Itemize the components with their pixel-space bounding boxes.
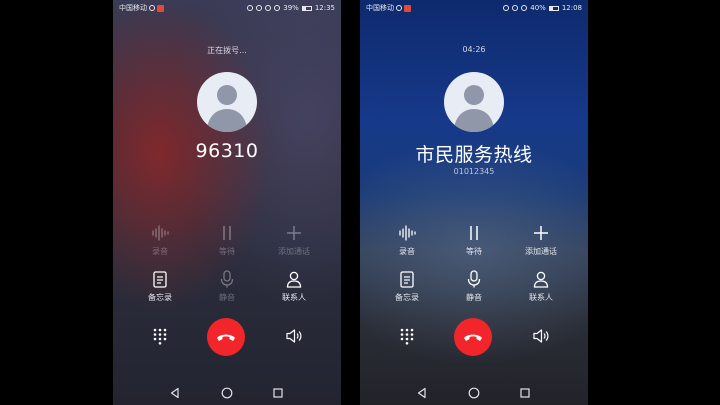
add-call-button[interactable]: 添加通话 (259, 224, 329, 257)
caller-name: 市民服务热线 (415, 144, 533, 166)
contacts-button[interactable]: 联系人 (506, 270, 576, 303)
dialpad-button[interactable] (398, 327, 416, 345)
pause-icon (223, 226, 231, 240)
notes-button[interactable]: 备忘录 (125, 270, 195, 303)
back-icon[interactable] (169, 387, 181, 399)
notes-label: 备忘录 (148, 293, 172, 302)
avatar (197, 72, 257, 132)
speaker-button[interactable] (532, 327, 550, 345)
record-button[interactable]: 录音 (372, 224, 442, 257)
person-icon (286, 271, 302, 288)
speaker-icon (286, 329, 302, 343)
hd-icon (149, 5, 155, 11)
plus-icon (287, 226, 301, 240)
recents-icon[interactable] (273, 388, 283, 398)
hold-button[interactable]: 等待 (192, 224, 262, 257)
phone-hangup-icon (464, 334, 482, 341)
call-screen-dialing: 中国移动 39% 12:35 正在拨号... 96310 录音 等待 添加通话 … (113, 0, 341, 405)
notes-button[interactable]: 备忘录 (372, 270, 442, 303)
record-label: 录音 (152, 247, 168, 256)
status-bar: 中国移动 40% 12:08 (360, 0, 588, 16)
add-call-label: 添加通话 (278, 247, 310, 256)
pause-icon (470, 226, 478, 240)
home-icon[interactable] (221, 387, 233, 399)
mute-label: 静音 (219, 293, 235, 302)
caller-name: 96310 (195, 140, 259, 162)
hold-label: 等待 (466, 247, 482, 256)
clock: 12:08 (561, 4, 582, 12)
add-call-label: 添加通话 (525, 247, 557, 256)
hold-button[interactable]: 等待 (439, 224, 509, 257)
notes-label: 备忘录 (395, 293, 419, 302)
alarm-icon (512, 5, 519, 11)
hd-icon (396, 5, 402, 11)
battery-percent: 39% (283, 4, 299, 12)
record-label: 录音 (399, 247, 415, 256)
home-icon[interactable] (468, 387, 480, 399)
waveform-icon (399, 225, 416, 241)
notes-icon (400, 270, 414, 288)
battery-percent: 40% (530, 4, 546, 12)
navigation-bar (360, 384, 588, 402)
microphone-icon (467, 270, 481, 288)
notification-badge-icon (404, 4, 411, 12)
contacts-label: 联系人 (282, 293, 306, 302)
notes-icon (153, 270, 167, 288)
end-call-button[interactable] (454, 318, 492, 356)
person-placeholder-icon (207, 85, 247, 132)
phone-hangup-icon (217, 334, 235, 341)
battery-icon (548, 5, 559, 11)
alarm-icon (256, 5, 263, 11)
wifi-icon (265, 5, 272, 11)
navigation-bar (113, 384, 341, 402)
record-button[interactable]: 录音 (125, 224, 195, 257)
call-status: 正在拨号... (207, 46, 247, 55)
recents-icon[interactable] (520, 388, 530, 398)
caller-number: 01012345 (453, 167, 495, 176)
dialpad-icon (153, 328, 167, 345)
clock: 12:35 (314, 4, 335, 12)
carrier-label: 中国移动 (366, 4, 394, 12)
mute-button[interactable]: 静音 (192, 270, 262, 303)
call-screen-connected: 中国移动 40% 12:08 04:26 市民服务热线 01012345 录音 … (360, 0, 588, 405)
person-placeholder-icon (454, 85, 494, 132)
signal-icon (521, 5, 528, 11)
speaker-icon (533, 329, 549, 343)
contacts-button[interactable]: 联系人 (259, 270, 329, 303)
hold-label: 等待 (219, 247, 235, 256)
back-icon[interactable] (416, 387, 428, 399)
dialpad-icon (400, 328, 414, 345)
person-icon (533, 271, 549, 288)
contacts-label: 联系人 (529, 293, 553, 302)
vibrate-icon (503, 5, 510, 11)
mute-label: 静音 (466, 293, 482, 302)
status-bar: 中国移动 39% 12:35 (113, 0, 341, 16)
add-call-button[interactable]: 添加通话 (506, 224, 576, 257)
carrier-label: 中国移动 (119, 4, 147, 12)
mute-button[interactable]: 静音 (439, 270, 509, 303)
plus-icon (534, 226, 548, 240)
vibrate-icon (247, 5, 254, 11)
notification-badge-icon (157, 4, 164, 12)
avatar (444, 72, 504, 132)
battery-icon (301, 5, 312, 11)
speaker-button[interactable] (285, 327, 303, 345)
waveform-icon (152, 225, 169, 241)
signal-icon (274, 5, 281, 11)
call-timer: 04:26 (462, 45, 486, 54)
microphone-icon (220, 270, 234, 288)
dialpad-button[interactable] (151, 327, 169, 345)
end-call-button[interactable] (207, 318, 245, 356)
